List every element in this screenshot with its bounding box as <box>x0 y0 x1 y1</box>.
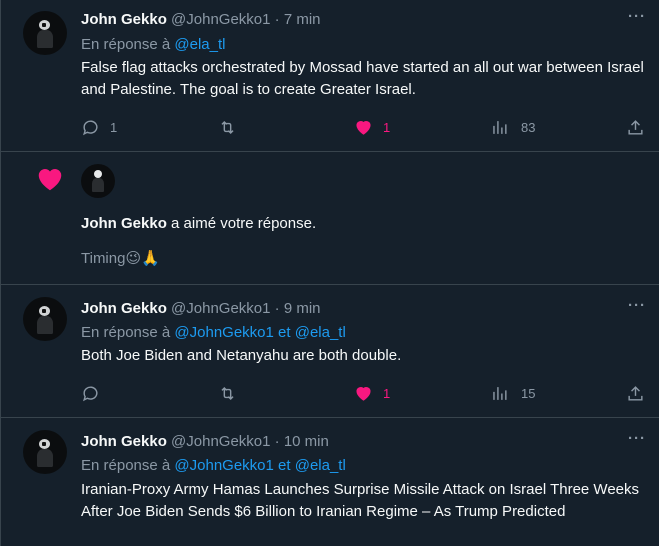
avatar[interactable] <box>23 297 67 341</box>
views-icon <box>493 386 507 400</box>
author-handle[interactable]: @JohnGekko1 <box>171 300 270 317</box>
like-count: 1 <box>383 119 391 135</box>
separator-dot: · <box>274 300 280 317</box>
tweet-header: John Gekko @JohnGekko1 · 7 min <box>81 10 321 30</box>
avatar[interactable] <box>23 11 67 55</box>
tweet-text: Iranian-Proxy Army Hamas Launches Surpri… <box>81 481 640 520</box>
tweet-actions: 1 15 <box>81 383 646 403</box>
share-icon <box>628 119 643 135</box>
tweet[interactable]: John Gekko @JohnGekko1 · 9 min ··· En ré… <box>1 285 659 418</box>
retweet-icon <box>221 120 234 134</box>
notification-feed: John Gekko @JohnGekko1 · 7 min ··· En ré… <box>0 0 659 546</box>
tweet-header: John Gekko @JohnGekko1 · 9 min <box>81 299 321 319</box>
liked-reply-text[interactable]: Timing😉🙏 <box>81 248 160 270</box>
view-count: 15 <box>521 385 536 401</box>
more-options-icon[interactable]: ··· <box>628 297 646 314</box>
avatar[interactable] <box>81 164 115 198</box>
tweet[interactable]: John Gekko @JohnGekko1 · 10 min ··· En r… <box>1 418 659 546</box>
share-icon <box>628 385 643 401</box>
reply-icon <box>83 385 98 401</box>
mention-link[interactable]: @ela_tl <box>295 457 346 474</box>
reply-context: En réponse à @JohnGekko1 et @ela_tl <box>81 323 346 343</box>
author-name[interactable]: John Gekko <box>81 215 167 232</box>
mention-link[interactable]: @ela_tl <box>174 36 225 53</box>
reply-prefix: En réponse à <box>81 457 171 474</box>
mention-conjunction: et <box>278 457 291 474</box>
share-button[interactable] <box>626 117 645 137</box>
author-handle[interactable]: @JohnGekko1 <box>171 433 270 450</box>
reply-prefix: En réponse à <box>81 36 171 53</box>
notification-action: a aimé votre réponse. <box>171 215 317 232</box>
separator-dot: · <box>274 433 280 450</box>
like-button[interactable]: 1 <box>354 117 390 137</box>
separator-dot: · <box>274 11 280 28</box>
reply-context: En réponse à @JohnGekko1 et @ela_tl <box>81 456 346 476</box>
retweet-icon <box>221 386 234 400</box>
views-icon <box>493 120 507 134</box>
reply-icon <box>83 119 98 135</box>
tweet-text: False flag attacks orchestrated by Mossa… <box>81 59 644 98</box>
views-button[interactable]: 15 <box>490 383 535 403</box>
like-notification[interactable]: John Gekko a aimé votre réponse. Timing😉… <box>1 152 659 285</box>
tweet-header: John Gekko @JohnGekko1 · 10 min <box>81 432 329 452</box>
more-options-icon[interactable]: ··· <box>628 8 646 25</box>
timestamp[interactable]: 9 min <box>284 300 321 317</box>
reply-button[interactable]: 1 <box>81 117 117 137</box>
author-name[interactable]: John Gekko <box>81 11 167 28</box>
mention-link[interactable]: @JohnGekko1 <box>174 457 273 474</box>
like-button[interactable]: 1 <box>354 383 390 403</box>
mention-link[interactable]: @ela_tl <box>295 324 346 341</box>
view-count: 83 <box>521 119 536 135</box>
reply-prefix: En réponse à <box>81 324 171 341</box>
reply-button[interactable] <box>81 383 100 403</box>
more-options-icon[interactable]: ··· <box>628 430 646 447</box>
timestamp[interactable]: 7 min <box>284 11 321 28</box>
author-handle[interactable]: @JohnGekko1 <box>171 11 270 28</box>
notification-text: John Gekko a aimé votre réponse. <box>81 214 316 234</box>
tweet-actions: 1 1 83 <box>81 117 646 137</box>
tweet-text: Both Joe Biden and Netanyahu are both do… <box>81 347 402 364</box>
reply-count: 1 <box>110 119 118 135</box>
mention-link[interactable]: @JohnGekko1 <box>174 324 273 341</box>
mention-conjunction: et <box>278 324 291 341</box>
author-name[interactable]: John Gekko <box>81 300 167 317</box>
share-button[interactable] <box>626 383 645 403</box>
author-name[interactable]: John Gekko <box>81 433 167 450</box>
retweet-button[interactable] <box>218 383 237 403</box>
heart-icon <box>356 386 371 401</box>
heart-icon <box>356 120 371 135</box>
like-count: 1 <box>383 385 391 401</box>
reply-context: En réponse à @ela_tl <box>81 35 226 55</box>
avatar[interactable] <box>23 430 67 474</box>
views-button[interactable]: 83 <box>490 117 535 137</box>
retweet-button[interactable] <box>218 117 237 137</box>
heart-icon <box>38 169 62 191</box>
tweet[interactable]: John Gekko @JohnGekko1 · 7 min ··· En ré… <box>1 0 659 152</box>
timestamp[interactable]: 10 min <box>284 433 329 450</box>
